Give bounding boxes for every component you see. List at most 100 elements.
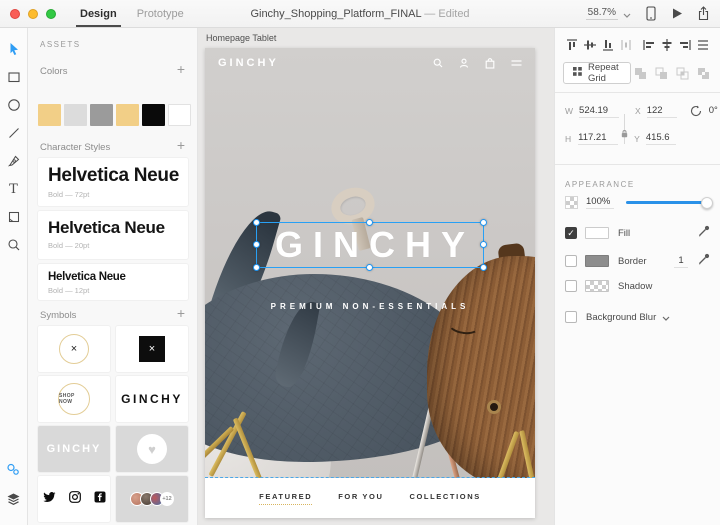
alignment-toolbar: [563, 36, 712, 54]
y-input[interactable]: 415.6: [646, 132, 676, 145]
color-swatch[interactable]: [90, 104, 113, 126]
opacity-slider[interactable]: [626, 201, 710, 204]
artboard-title[interactable]: Homepage Tablet: [206, 33, 276, 43]
align-right-icon[interactable]: [676, 36, 694, 54]
hero-tagline-text[interactable]: PREMIUM NON-ESSENTIALS: [205, 302, 535, 311]
selection-handle[interactable]: [253, 219, 260, 226]
play-preview-icon[interactable]: [671, 7, 683, 20]
device-preview-icon[interactable]: [645, 6, 657, 21]
rotation-icon[interactable]: [687, 102, 705, 120]
color-swatch[interactable]: [38, 104, 61, 126]
align-left-icon[interactable]: [640, 36, 658, 54]
symbol-close-light[interactable]: ×: [38, 326, 110, 372]
x-input[interactable]: 122: [647, 105, 677, 118]
repeat-grid-button[interactable]: Repeat Grid: [563, 62, 631, 84]
tab-collections[interactable]: COLLECTIONS: [409, 492, 480, 504]
zoom-level-control[interactable]: 58.7%: [586, 5, 631, 23]
zoom-level-value[interactable]: 58.7%: [586, 7, 618, 20]
minimize-window-button[interactable]: [28, 9, 38, 19]
color-swatch[interactable]: [64, 104, 87, 126]
height-input[interactable]: 117.21: [578, 132, 618, 145]
tab-prototype[interactable]: Prototype: [137, 0, 184, 27]
ellipse-tool-icon[interactable]: [5, 96, 23, 114]
color-swatch[interactable]: [116, 104, 139, 126]
navbar-logo[interactable]: GINCHY: [218, 57, 279, 69]
shadow-checkbox[interactable]: [565, 280, 577, 292]
symbol-logo-dark[interactable]: GINCHY: [116, 376, 188, 422]
distribute-horizontal-icon[interactable]: [617, 36, 635, 54]
symbol-favorite[interactable]: ♥: [116, 426, 188, 472]
align-center-icon[interactable]: [658, 36, 676, 54]
character-style-item[interactable]: Helvetica Neue Bold — 12pt: [38, 264, 188, 300]
hero-shape-wood-head: [427, 256, 535, 478]
add-color-button[interactable]: +: [175, 64, 187, 74]
rotation-value[interactable]: 0°: [709, 105, 720, 117]
zoom-tool-icon[interactable]: [5, 236, 23, 254]
width-input[interactable]: 524.19: [579, 105, 619, 118]
tab-featured[interactable]: FEATURED: [259, 492, 312, 505]
character-style-item[interactable]: Helvetica Neue Bold — 72pt: [38, 158, 188, 206]
shadow-swatch[interactable]: [585, 280, 609, 292]
close-window-button[interactable]: [10, 9, 20, 19]
canvas[interactable]: Homepage Tablet: [198, 28, 554, 525]
selection-handle[interactable]: [480, 219, 487, 226]
add-symbol-button[interactable]: +: [175, 308, 187, 318]
rectangle-tool-icon[interactable]: [5, 68, 23, 86]
boolean-intersect-icon[interactable]: [673, 64, 691, 82]
boolean-add-icon[interactable]: [631, 64, 649, 82]
selected-text-layer[interactable]: GINCHY: [256, 222, 484, 268]
opacity-input[interactable]: 100%: [586, 196, 614, 209]
symbol-logo-light[interactable]: GINCHY: [38, 426, 110, 472]
eyedropper-icon[interactable]: [698, 252, 710, 270]
search-icon[interactable]: [433, 58, 443, 68]
repeat-grid-icon: [572, 66, 583, 80]
color-swatch[interactable]: [168, 104, 191, 126]
eyedropper-icon[interactable]: [698, 224, 710, 242]
align-bottom-icon[interactable]: [599, 36, 617, 54]
border-color-swatch[interactable]: [585, 255, 609, 267]
tab-design[interactable]: Design: [80, 0, 117, 27]
background-blur-checkbox[interactable]: [565, 311, 577, 323]
symbol-social-icons[interactable]: [38, 476, 110, 522]
align-top-icon[interactable]: [563, 36, 581, 54]
lock-icon[interactable]: [621, 125, 628, 143]
selection-handle[interactable]: [253, 241, 260, 248]
selection-handle[interactable]: [480, 241, 487, 248]
selection-handle[interactable]: [253, 264, 260, 271]
user-icon[interactable]: [459, 58, 469, 68]
selection-handle[interactable]: [366, 264, 373, 271]
select-tool-icon[interactable]: [5, 40, 23, 58]
assets-panel-icon[interactable]: [5, 460, 23, 478]
distribute-vertical-icon[interactable]: [694, 36, 712, 54]
layers-panel-icon[interactable]: [5, 490, 23, 508]
character-style-item[interactable]: Helvetica Neue Bold — 20pt: [38, 211, 188, 259]
hero-headline-text[interactable]: GINCHY: [275, 227, 475, 263]
selection-handle[interactable]: [480, 264, 487, 271]
bag-icon[interactable]: [485, 58, 495, 69]
chevron-down-icon[interactable]: [662, 308, 670, 326]
line-tool-icon[interactable]: [5, 124, 23, 142]
pen-tool-icon[interactable]: [5, 152, 23, 170]
opacity-slider-handle[interactable]: [701, 197, 713, 209]
menu-icon[interactable]: [511, 59, 522, 67]
symbol-close-dark[interactable]: ×: [116, 326, 188, 372]
symbol-shop-button[interactable]: SHOP NOW: [38, 376, 110, 422]
fill-color-swatch[interactable]: [585, 227, 609, 239]
share-icon[interactable]: [697, 6, 710, 21]
symbol-avatars[interactable]: +12: [116, 476, 188, 522]
text-tool-icon[interactable]: T: [5, 180, 23, 198]
add-character-style-button[interactable]: +: [175, 140, 187, 150]
fill-checkbox[interactable]: ✓: [565, 227, 577, 239]
border-checkbox[interactable]: [565, 255, 577, 267]
titlebar: Design Prototype Ginchy_Shopping_Platfor…: [0, 0, 720, 28]
boolean-exclude-icon[interactable]: [694, 64, 712, 82]
maximize-window-button[interactable]: [46, 9, 56, 19]
tab-for-you[interactable]: FOR YOU: [338, 492, 383, 504]
border-width-input[interactable]: 1: [674, 255, 688, 268]
selection-handle[interactable]: [366, 219, 373, 226]
color-swatch[interactable]: [142, 104, 165, 126]
align-middle-icon[interactable]: [581, 36, 599, 54]
boolean-subtract-icon[interactable]: [652, 64, 670, 82]
artboard-tool-icon[interactable]: [5, 208, 23, 226]
artboard-homepage-tablet[interactable]: GINCHY GINCHY: [205, 48, 535, 518]
